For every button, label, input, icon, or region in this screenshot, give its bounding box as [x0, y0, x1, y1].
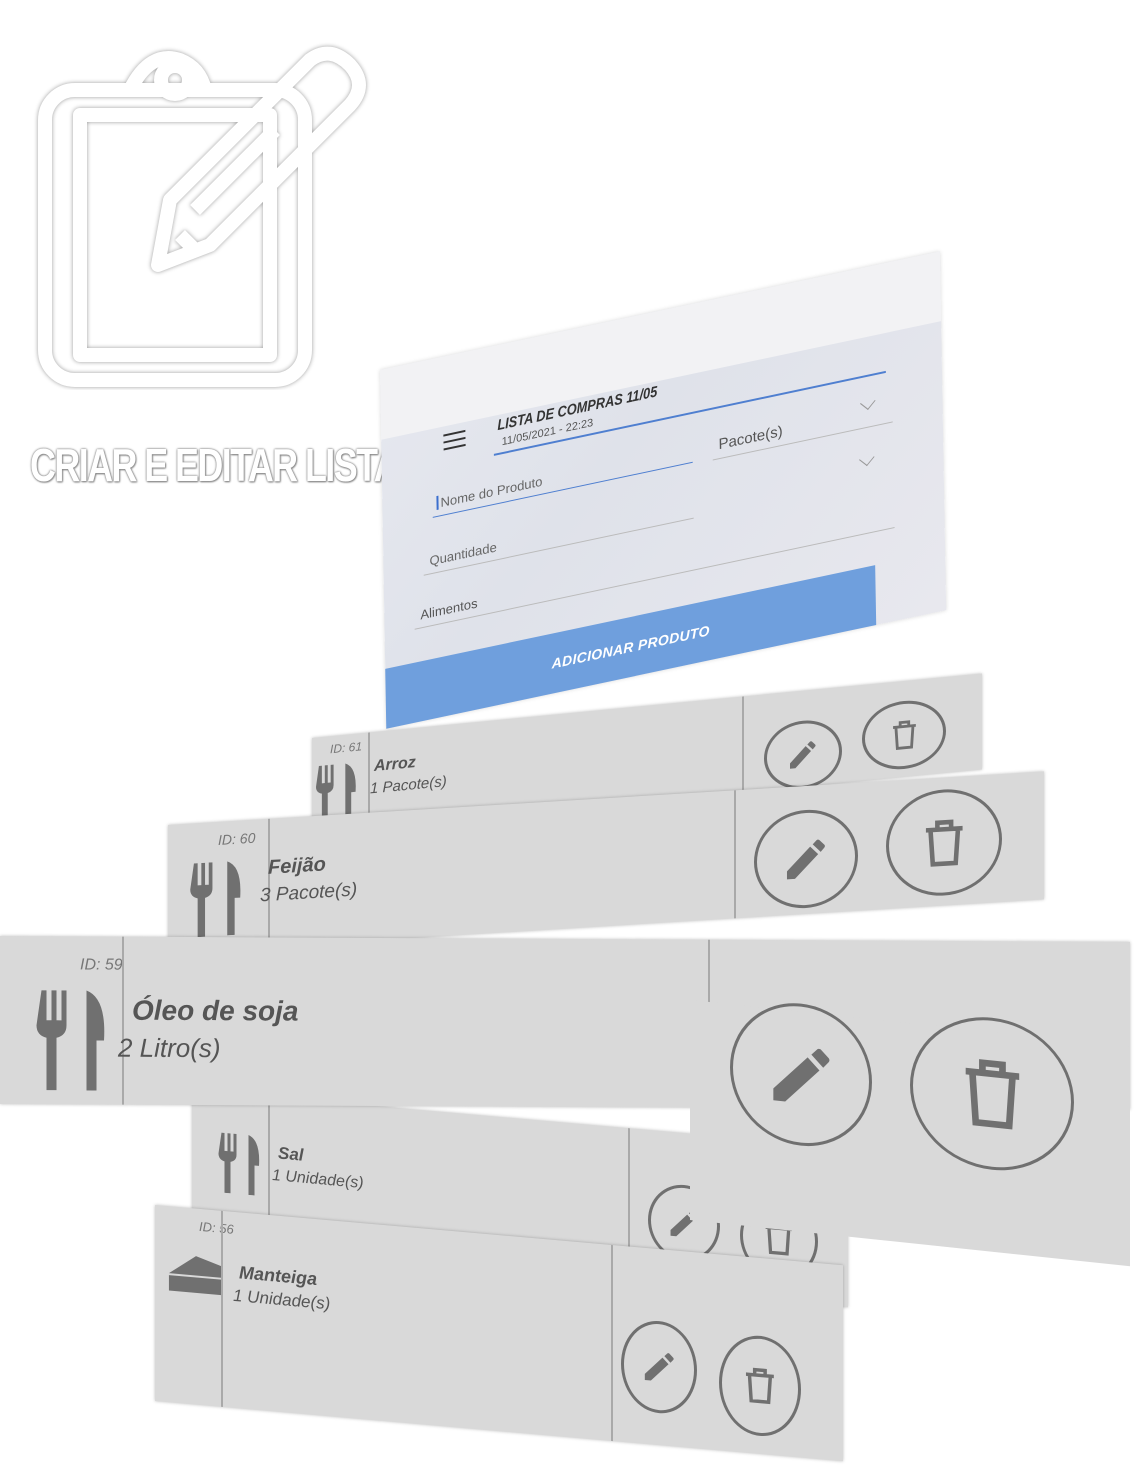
divider: [122, 936, 124, 1105]
app-topbar: [380, 251, 942, 440]
fork-knife-icon: [190, 861, 241, 938]
divider: [734, 790, 736, 919]
app-screen: LISTA DE COMPRAS 11/05 11/05/2021 - 22:2…: [380, 251, 947, 729]
product-id: ID: 56: [199, 1218, 234, 1237]
fork-knife-icon: [218, 1132, 260, 1196]
action-panel: [690, 996, 1130, 1267]
product-quantity: 1 Unidade(s): [272, 1166, 364, 1193]
unit-select[interactable]: Pacote(s): [718, 423, 782, 454]
product-quantity: 1 Pacote(s): [370, 773, 447, 798]
divider: [611, 1244, 613, 1442]
edit-button[interactable]: [754, 806, 858, 912]
delete-button[interactable]: [886, 785, 1002, 900]
trash-icon: [746, 1367, 774, 1405]
product-quantity: 3 Pacote(s): [260, 879, 358, 907]
clipboard-edit-icon: [38, 46, 366, 387]
product-id: ID: 59: [80, 956, 123, 974]
divider: [268, 818, 270, 947]
product-id: ID: 61: [330, 739, 363, 757]
product-name: Óleo de soja: [132, 994, 299, 1027]
delete-button[interactable]: [862, 696, 946, 774]
edit-button[interactable]: [730, 996, 872, 1154]
divider: [742, 696, 744, 793]
category-select[interactable]: Alimentos: [420, 595, 477, 622]
list-item: ID: 60 Feijão 3 Pacote(s): [168, 771, 1044, 953]
trash-icon: [892, 720, 916, 751]
fork-knife-icon: [36, 990, 105, 1091]
butter-icon: [168, 1256, 222, 1296]
product-id: ID: 60: [218, 829, 256, 848]
chevron-down-icon[interactable]: [858, 450, 875, 467]
trash-icon: [925, 819, 963, 867]
trash-icon: [965, 1058, 1019, 1130]
hamburger-menu-icon[interactable]: [443, 429, 466, 451]
pencil-icon: [772, 1048, 830, 1102]
chevron-down-icon[interactable]: [860, 394, 876, 410]
product-name: Arroz: [374, 754, 416, 776]
delete-button[interactable]: [719, 1332, 801, 1440]
edit-button[interactable]: [764, 716, 842, 793]
pencil-icon: [790, 741, 816, 769]
product-name: Sal: [278, 1143, 304, 1165]
product-name: Feijão: [268, 853, 326, 879]
hero-title: CRIAR E EDITAR LISTA: [30, 439, 400, 491]
product-quantity: 2 Litro(s): [118, 1032, 221, 1064]
pencil-icon: [787, 839, 825, 880]
product-name: Manteiga: [239, 1262, 318, 1290]
quantity-input[interactable]: Quantidade: [429, 539, 496, 568]
pencil-icon: [644, 1353, 674, 1381]
edit-button[interactable]: [621, 1317, 697, 1417]
text-caret: [436, 495, 439, 511]
divider: [221, 1210, 223, 1407]
